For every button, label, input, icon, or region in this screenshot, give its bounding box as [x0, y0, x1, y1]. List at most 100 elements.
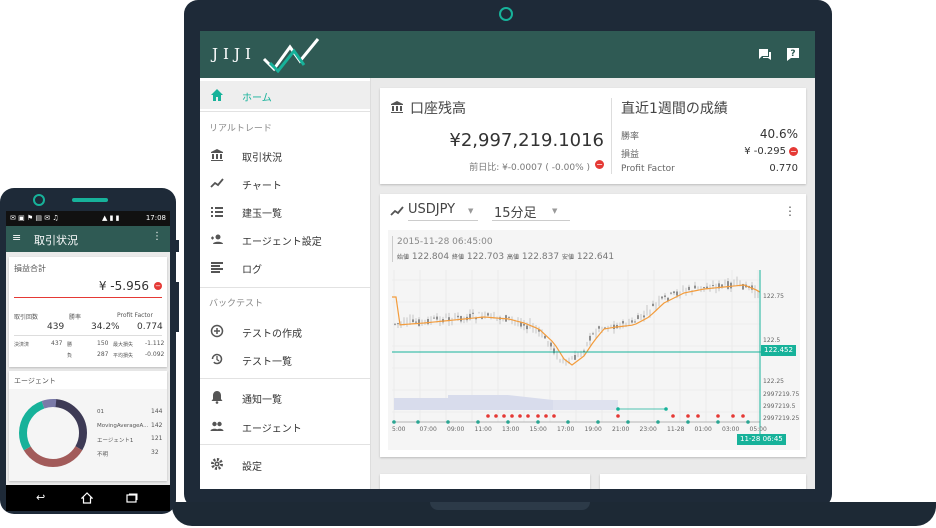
chart-area[interactable]: 2015-11-28 06:45:00 始値 122.804 終値 122.70… [388, 230, 800, 450]
sidebar-item-chart[interactable]: チャート [200, 169, 370, 197]
pnl-detail-value: 287 [97, 351, 109, 358]
pnl-detail-label: 負 [67, 353, 73, 359]
trade-marker [671, 414, 675, 418]
home-nav-icon[interactable] [81, 492, 93, 504]
more-vert-icon[interactable]: ⋮ [784, 204, 796, 218]
sidebar-item-agents[interactable]: エージェント [200, 412, 370, 440]
chevron-down-icon[interactable]: ▼ [552, 207, 557, 215]
sidebar: ホーム リアルトレード 取引状況 チャート 建玉一覧 エージェント設定 ログ バ… [200, 78, 371, 489]
candle [457, 315, 459, 318]
candle [526, 325, 528, 330]
status-icons: ✉ ▣ ⚑ ▤ ✉ ♫ [10, 214, 59, 222]
candle [694, 285, 696, 289]
more-vert-icon[interactable]: ⋮ [152, 231, 162, 242]
sidebar-item-agent-settings[interactable]: エージェント設定 [200, 225, 370, 253]
sidebar-item-test-list[interactable]: テスト一覧 [200, 345, 370, 373]
candle [577, 353, 579, 357]
card-divider [611, 98, 612, 174]
candle [586, 342, 588, 346]
candle [424, 320, 426, 322]
menu-icon[interactable]: ≡ [12, 231, 21, 244]
phone-camera [33, 194, 45, 206]
back-icon[interactable]: ↩ [36, 491, 45, 504]
chat-icon[interactable] [757, 46, 773, 62]
candle [634, 321, 636, 323]
candle [724, 282, 726, 285]
candle [643, 315, 645, 318]
candle [454, 314, 456, 319]
pnl-header: 勝率 [69, 314, 82, 321]
candle [490, 314, 492, 320]
chevron-down-icon[interactable]: ▼ [468, 207, 473, 215]
app-header: JIJI ? [200, 31, 815, 78]
price-tick: 122.25 [763, 378, 784, 385]
bell-icon [211, 391, 223, 404]
trade-marker [526, 414, 530, 418]
trade-marker [731, 414, 735, 418]
sidebar-item-trades[interactable]: 取引状況 [200, 141, 370, 169]
candle [574, 355, 576, 360]
pnl-detail-label: 勝 [67, 342, 73, 348]
candle [685, 290, 687, 292]
sidebar-section-real: リアルトレード [209, 124, 272, 134]
group-add-icon [211, 234, 223, 244]
weekly-label: 損益 [621, 150, 640, 160]
price-chart [392, 270, 764, 438]
balance-area [553, 400, 618, 410]
bank-icon [391, 101, 403, 113]
pnl-amount: ¥ -5.956 [98, 279, 149, 293]
pnl-detail-value: 437 [51, 340, 63, 347]
trending-icon [210, 178, 224, 188]
sidebar-item-notifications[interactable]: 通知一覧 [200, 383, 370, 411]
pnl-card: 損益合計 ¥ -5.956 − 取引回数 勝率 Profit Factor 43… [9, 257, 167, 367]
trade-marker [741, 414, 745, 418]
candle [628, 321, 630, 324]
candle [559, 359, 561, 362]
trade-marker [716, 414, 720, 418]
recent-apps-icon[interactable] [126, 493, 138, 503]
candle [430, 320, 432, 322]
sidebar-item-label: チャート [242, 181, 282, 192]
time-tick: 15:00 [529, 426, 547, 433]
time-tick: 17:00 [557, 426, 575, 433]
trade-marker [518, 414, 522, 418]
candle [673, 291, 675, 294]
pair-select[interactable]: USDJPY [408, 202, 455, 217]
candle [541, 332, 543, 337]
help-icon[interactable]: ? [785, 46, 801, 62]
pnl-title: 損益合計 [14, 264, 46, 273]
interval-select[interactable]: 15分足 [494, 202, 537, 221]
bottom-card [600, 474, 806, 489]
agent-name: MovingAverageA... [97, 423, 149, 429]
candle [484, 312, 486, 317]
sidebar-item-positions[interactable]: 建玉一覧 [200, 197, 370, 225]
candle [397, 323, 399, 325]
signal-icon: ▲ ▮ ▮ [102, 214, 120, 222]
pnl-detail-label: 最大損失 [113, 342, 134, 348]
sidebar-item-label: ホーム [242, 93, 272, 104]
candle [415, 321, 417, 323]
candle [433, 317, 435, 319]
candle [451, 321, 453, 323]
pnl-detail-value: -0.092 [145, 351, 165, 358]
sidebar-item-create-test[interactable]: テストの作成 [200, 317, 370, 345]
sidebar-section-backtest: バックテスト [209, 299, 264, 309]
phone-title: 取引状況 [34, 234, 78, 247]
candle [436, 316, 438, 320]
sidebar-item-home[interactable]: ホーム [200, 81, 370, 109]
sidebar-item-settings[interactable]: 設定 [200, 450, 370, 478]
sidebar-item-label: ログ [242, 265, 262, 276]
candle [709, 289, 711, 291]
weekly-value: ¥ -0.295 [744, 146, 786, 157]
pnl-value: 439 [47, 322, 65, 332]
candle [676, 291, 678, 296]
candle [427, 319, 429, 325]
pnl-detail-label: 平均損失 [113, 353, 134, 359]
trending-icon [390, 206, 404, 216]
status-bar: ✉ ▣ ⚑ ▤ ✉ ♫ ▲ ▮ ▮ 17:08 [6, 211, 170, 226]
trade-marker [686, 414, 690, 418]
price-tick: 122.5 [763, 337, 781, 344]
sidebar-item-log[interactable]: ログ [200, 253, 370, 281]
candle [736, 280, 738, 282]
candle [646, 309, 648, 311]
